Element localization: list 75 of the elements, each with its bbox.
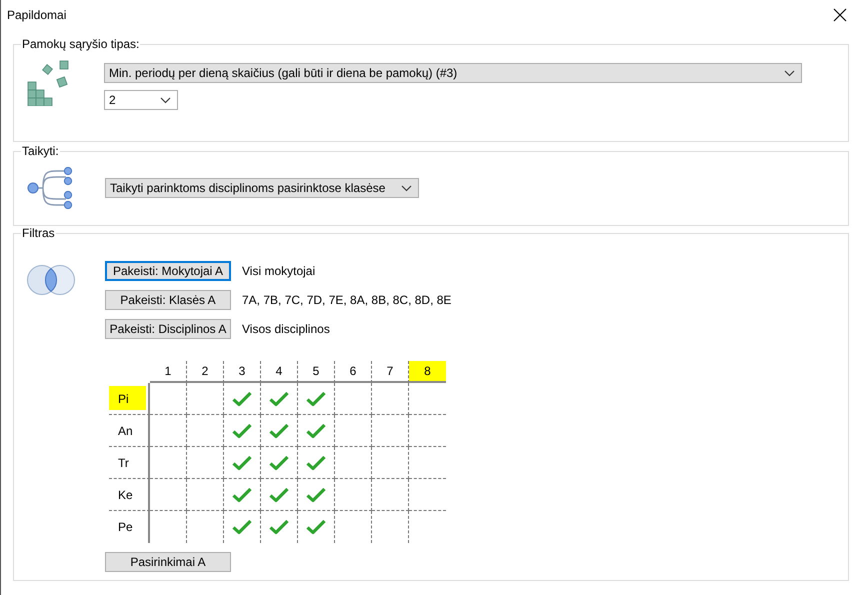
check-icon <box>269 519 289 535</box>
grid-cell[interactable] <box>372 447 409 479</box>
window-title: Papildomai <box>7 8 68 22</box>
check-icon <box>232 519 252 535</box>
grid-cell[interactable] <box>150 415 187 447</box>
filter-summary: Visi mokytojai <box>242 264 316 278</box>
grid-cell[interactable] <box>261 479 298 511</box>
column-header: 5 <box>298 361 335 383</box>
check-icon <box>232 486 252 502</box>
count-dropdown[interactable]: 2 <box>104 90 178 110</box>
grid-cell[interactable] <box>298 383 335 415</box>
filter-summary: Visos disciplinos <box>242 322 330 336</box>
grid-cell[interactable] <box>372 479 409 511</box>
row-header: An <box>109 415 150 447</box>
grid-cell[interactable] <box>298 447 335 479</box>
check-icon <box>232 454 252 470</box>
column-header: 3 <box>224 361 261 383</box>
close-icon[interactable] <box>833 8 847 22</box>
grid-cell[interactable] <box>224 479 261 511</box>
grid-cell[interactable] <box>150 479 187 511</box>
check-icon <box>269 390 289 406</box>
caret-icon <box>160 96 171 104</box>
grid-cell[interactable] <box>298 479 335 511</box>
check-icon <box>232 422 252 438</box>
choices-button[interactable]: Pasirinkimai A <box>105 552 231 572</box>
type-dropdown[interactable]: Min. periodų per dieną skaičius (gali būti ir diena be pamokų) (#3) <box>104 63 802 83</box>
grid-cell[interactable] <box>224 447 261 479</box>
column-header: 1 <box>150 361 187 383</box>
venn-icon <box>26 264 78 296</box>
grid-cell[interactable] <box>187 383 224 415</box>
check-icon <box>232 390 252 406</box>
change-button[interactable]: Pakeisti: Mokytojai A <box>105 261 231 281</box>
row-header: Tr <box>109 447 150 479</box>
grid-cell[interactable] <box>150 383 187 415</box>
change-button[interactable]: Pakeisti: Disciplinos A <box>105 319 231 339</box>
check-icon <box>306 422 326 438</box>
group-label: Filtras <box>21 226 56 240</box>
grid-cell[interactable] <box>224 383 261 415</box>
grid-cell[interactable] <box>187 447 224 479</box>
branch-icon <box>26 167 74 209</box>
apply-dropdown[interactable]: Taikyti parinktoms disciplinoms pasirinktose klasėse <box>105 178 419 198</box>
row-header: Pi <box>109 383 150 415</box>
column-header: 8 <box>409 361 446 383</box>
caret-icon <box>401 184 412 192</box>
column-header: 2 <box>187 361 224 383</box>
row-header: Ke <box>109 479 150 511</box>
check-icon <box>306 390 326 406</box>
check-icon <box>306 454 326 470</box>
grid-cell[interactable] <box>187 415 224 447</box>
grid-cell[interactable] <box>224 415 261 447</box>
grid-cell[interactable] <box>150 447 187 479</box>
grid-cell[interactable] <box>261 383 298 415</box>
filter-summary: 7A, 7B, 7C, 7D, 7E, 8A, 8B, 8C, 8D, 8E <box>242 293 452 307</box>
column-header: 6 <box>335 361 372 383</box>
grid-cell[interactable] <box>261 415 298 447</box>
grid-cell[interactable] <box>372 415 409 447</box>
grid-cell[interactable] <box>335 415 372 447</box>
check-icon <box>306 486 326 502</box>
column-header: 4 <box>261 361 298 383</box>
check-icon <box>269 454 289 470</box>
check-icon <box>306 519 326 535</box>
caret-icon <box>784 70 795 76</box>
grid-cell[interactable] <box>335 479 372 511</box>
grid-cell[interactable] <box>335 383 372 415</box>
group-label: Pamokų sąryšio tipas: <box>21 37 140 51</box>
group-label: Taikyti: <box>21 144 60 158</box>
check-icon <box>269 486 289 502</box>
grid-cell[interactable] <box>187 479 224 511</box>
check-icon <box>269 422 289 438</box>
grid-cell[interactable] <box>298 415 335 447</box>
grid-cell[interactable] <box>261 447 298 479</box>
change-button[interactable]: Pakeisti: Klasės A <box>105 290 231 310</box>
grid-cell[interactable] <box>372 383 409 415</box>
row-header: Pe <box>109 511 150 543</box>
grid-cell[interactable] <box>335 447 372 479</box>
